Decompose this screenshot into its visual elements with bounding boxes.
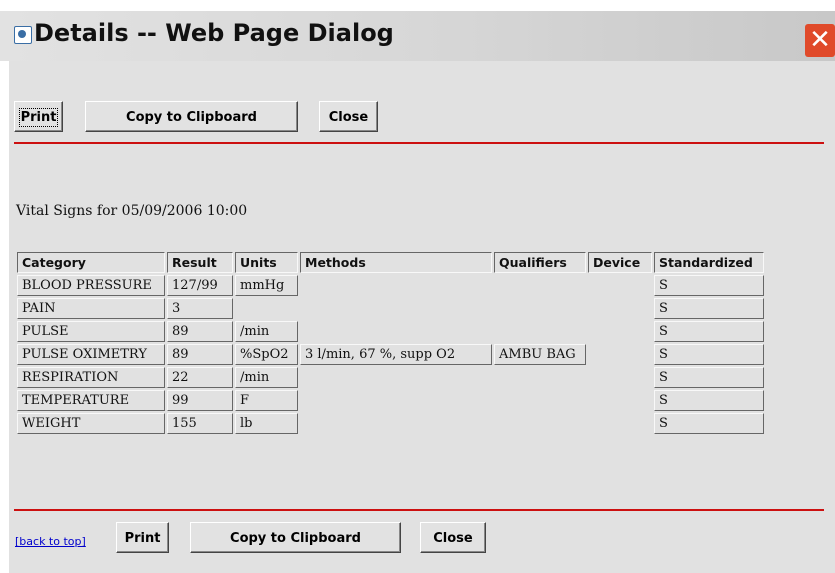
table-row: PULSE OXIMETRY 89 %SpO2 3 l/min, 67 %, supp…	[17, 344, 764, 365]
window-title: Details -- Web Page Dialog	[34, 19, 394, 47]
table-row: BLOOD PRESSURE 127/99 mmHg S	[17, 275, 764, 296]
divider-bottom	[14, 509, 824, 511]
ie-page-icon	[14, 26, 32, 44]
table-cell: 89	[167, 321, 233, 342]
print-button-label: Print	[18, 108, 59, 127]
table-cell	[494, 390, 586, 411]
table-cell: mmHg	[235, 275, 298, 296]
table-cell: 127/99	[167, 275, 233, 296]
table-cell: AMBU BAG	[494, 344, 586, 365]
vital-signs-heading: Vital Signs for 05/09/2006 10:00	[16, 203, 248, 219]
table-cell: 3	[167, 298, 233, 319]
table-cell: RESPIRATION	[17, 367, 165, 388]
table-cell: S	[654, 344, 764, 365]
close-window-icon[interactable]: ✕	[805, 24, 835, 57]
table-cell	[300, 390, 492, 411]
table-cell	[300, 298, 492, 319]
print-button-bottom[interactable]: Print	[116, 522, 169, 553]
table-cell	[588, 367, 652, 388]
table-cell: 155	[167, 413, 233, 434]
table-cell	[300, 413, 492, 434]
table-cell	[494, 275, 586, 296]
table-cell: PULSE	[17, 321, 165, 342]
dialog-body: Print Copy to Clipboard Close Vital Sign…	[7, 61, 835, 573]
table-cell: 99	[167, 390, 233, 411]
table-cell: S	[654, 321, 764, 342]
table-cell: PAIN	[17, 298, 165, 319]
table-cell	[588, 413, 652, 434]
table-cell: TEMPERATURE	[17, 390, 165, 411]
table-cell	[588, 344, 652, 365]
table-cell: S	[654, 275, 764, 296]
table-cell: S	[654, 367, 764, 388]
table-row: PULSE 89/min S	[17, 321, 764, 342]
table-row: WEIGHT 155 lb S	[17, 413, 764, 434]
table-cell	[494, 321, 586, 342]
table-row: PAIN 3 S	[17, 298, 764, 319]
title-bar: Details -- Web Page Dialog ✕	[0, 11, 835, 61]
table-cell: %SpO2	[235, 344, 298, 365]
table-cell	[300, 275, 492, 296]
table-cell: BLOOD PRESSURE	[17, 275, 165, 296]
table-cell: /min	[235, 367, 298, 388]
table-cell: PULSE OXIMETRY	[17, 344, 165, 365]
table-cell: lb	[235, 413, 298, 434]
table-cell	[235, 298, 298, 319]
column-header: Qualifiers	[494, 252, 586, 273]
table-cell: F	[235, 390, 298, 411]
column-header: Standardized	[654, 252, 764, 273]
table-row: TEMPERATURE 99 F S	[17, 390, 764, 411]
table-cell: WEIGHT	[17, 413, 165, 434]
table-cell: S	[654, 390, 764, 411]
table-cell	[300, 367, 492, 388]
table-row: RESPIRATION 22/min S	[17, 367, 764, 388]
table-cell	[588, 390, 652, 411]
table-cell	[588, 298, 652, 319]
column-header: Result	[167, 252, 233, 273]
table-cell	[494, 367, 586, 388]
table-header-row: Category Result Units Methods Qualifiers…	[17, 252, 764, 273]
vital-signs-table: Category Result Units Methods Qualifiers…	[15, 250, 766, 436]
table-cell: 22	[167, 367, 233, 388]
table-cell: 3 l/min, 67 %, supp O2	[300, 344, 492, 365]
close-button[interactable]: Close	[319, 101, 378, 132]
copy-to-clipboard-button[interactable]: Copy to Clipboard	[85, 101, 298, 132]
copy-to-clipboard-button-bottom[interactable]: Copy to Clipboard	[190, 522, 401, 553]
column-header: Units	[235, 252, 298, 273]
table-cell	[494, 298, 586, 319]
column-header: Category	[17, 252, 165, 273]
table-cell	[588, 321, 652, 342]
column-header: Methods	[300, 252, 492, 273]
table-cell: 89	[167, 344, 233, 365]
divider-top	[14, 142, 824, 144]
table-cell: S	[654, 413, 764, 434]
table-cell	[494, 413, 586, 434]
column-header: Device	[588, 252, 652, 273]
table-cell	[588, 275, 652, 296]
print-button[interactable]: Print	[14, 101, 63, 132]
back-to-top-link[interactable]: [back to top]	[15, 535, 86, 548]
table-cell: /min	[235, 321, 298, 342]
table-cell	[300, 321, 492, 342]
table-cell: S	[654, 298, 764, 319]
close-button-bottom[interactable]: Close	[420, 522, 486, 553]
table-body: BLOOD PRESSURE 127/99 mmHg S PAIN 3 S PULSE 89/m…	[17, 275, 764, 434]
